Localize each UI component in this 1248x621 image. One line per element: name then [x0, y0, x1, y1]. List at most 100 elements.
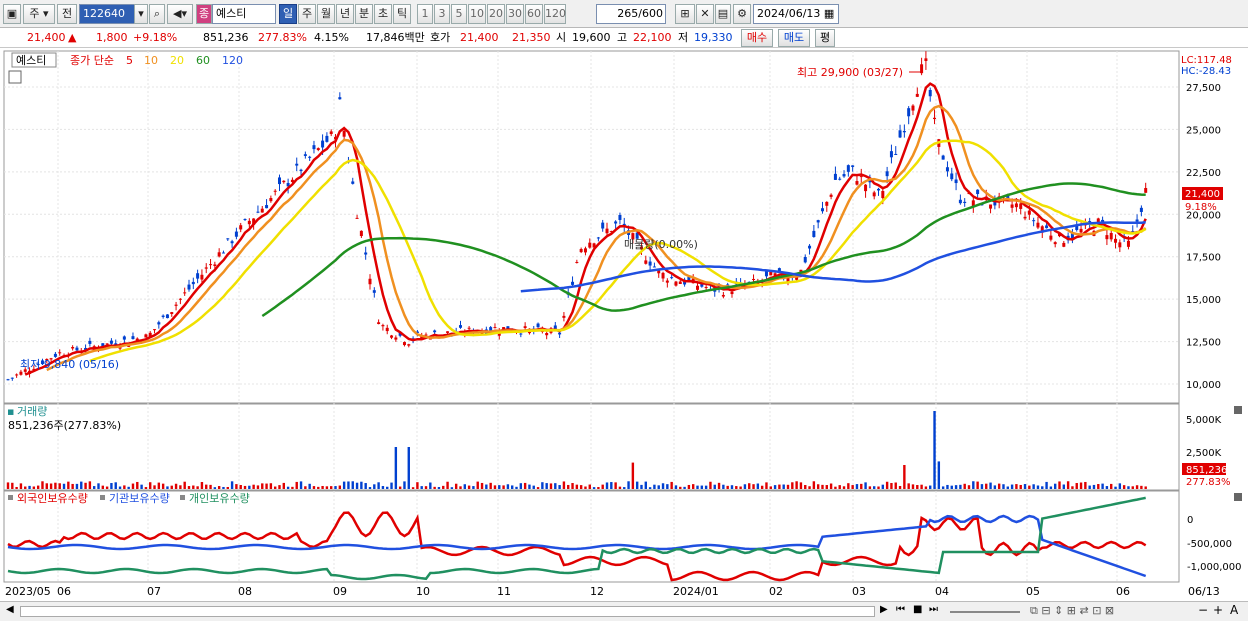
interval-20[interactable]: 20 [487, 4, 505, 24]
interval-5[interactable]: 5 [451, 4, 467, 24]
font-size-icon[interactable]: A [1230, 603, 1238, 617]
volume-bar [916, 485, 919, 489]
volume-bar [386, 486, 389, 489]
volume-bar [735, 486, 738, 489]
stop-icon[interactable]: ■ [913, 604, 922, 615]
candle [1144, 188, 1148, 193]
count-field[interactable]: 265/600 [596, 4, 666, 24]
volume-bar [713, 484, 716, 489]
window-icon[interactable]: ▣ [3, 4, 21, 24]
interval-3[interactable]: 3 [434, 4, 450, 24]
volume-bar [700, 485, 704, 489]
bid-label: 호가 [430, 31, 451, 44]
interval-60[interactable]: 60 [525, 4, 543, 24]
period-4[interactable]: 분 [355, 4, 373, 24]
volume-bar [131, 483, 135, 489]
volume-bar [506, 484, 510, 489]
candle [256, 211, 260, 213]
price-tick-2: 22,500 [1186, 168, 1221, 179]
interval-1[interactable]: 1 [417, 4, 433, 24]
volume-bar [196, 486, 199, 489]
buy-button[interactable]: 매수 [741, 29, 773, 47]
candle [665, 280, 669, 283]
forward-icon[interactable]: ⏭ [929, 604, 938, 615]
volume-close-icon[interactable] [1234, 406, 1242, 414]
calendar-icon[interactable]: ▦ [824, 7, 834, 20]
volume-bar [226, 486, 229, 489]
volume-bar [709, 481, 712, 489]
play-icon[interactable]: ▶ [880, 604, 888, 615]
volume-bar [1110, 483, 1113, 489]
calculator-icon[interactable] [8, 70, 22, 84]
period-2[interactable]: 월 [317, 4, 335, 24]
tools-icon[interactable]: ✕ [696, 4, 714, 24]
period-6[interactable]: 틱 [393, 4, 411, 24]
volume-bar [730, 485, 734, 489]
layout-icons[interactable]: ⧉ ⊟ ⇕ ⊞ ⇄ ⊡ ⊠ [1030, 604, 1114, 618]
period-5[interactable]: 초 [374, 4, 392, 24]
volume-bar [398, 486, 402, 489]
volume-bar [584, 486, 587, 489]
volume-bar [821, 484, 824, 489]
market-select[interactable]: 주 ▾ [23, 4, 55, 24]
sell-button[interactable]: 매도 [778, 29, 810, 47]
candle [674, 281, 678, 286]
eval-button[interactable]: 평 [815, 29, 835, 47]
date-field[interactable]: 2024/06/13 ▦ [753, 4, 839, 24]
speaker-icon[interactable]: ◀▾ [167, 4, 193, 24]
volume-bar [528, 484, 531, 489]
candle [1036, 222, 1040, 228]
interval-10[interactable]: 10 [468, 4, 486, 24]
scroll-track[interactable] [20, 606, 875, 617]
volume-bar [265, 483, 268, 489]
x-label-12: 05 [1026, 585, 1040, 598]
volume-bar [1036, 485, 1040, 489]
search-icon[interactable]: ⌕ [149, 4, 165, 24]
count-max: /600 [638, 7, 663, 20]
scroll-left-icon[interactable]: ◀ [6, 604, 14, 615]
volume-bar [967, 485, 971, 489]
stock-chart[interactable]: 예스티 종가 단순 5 10 20 60 120 LC:117.48 HC:-28.43… [0, 49, 1248, 602]
volume-bar [75, 483, 79, 489]
stock-name-field[interactable]: 예스티 [212, 4, 276, 24]
candle [381, 325, 385, 327]
prev-button[interactable]: 전 [57, 4, 77, 24]
svg-text:▪: ▪ [7, 405, 14, 418]
chart-type-icon[interactable]: ⊞ [675, 4, 695, 24]
volume-bar [286, 486, 290, 489]
volume-bar [140, 484, 143, 489]
volume-bar [88, 481, 92, 489]
volume-bar [950, 485, 953, 489]
volume-bar [174, 483, 178, 489]
candle [88, 340, 92, 344]
mid-annotation: 매물량(0.00%) [624, 238, 698, 251]
period-3[interactable]: 년 [336, 4, 354, 24]
zoom-in-icon[interactable]: + [1213, 603, 1223, 617]
candle [1049, 235, 1053, 240]
volume-bar [795, 481, 798, 489]
candle [898, 130, 902, 138]
volume-bar [110, 483, 113, 489]
volume-bar [1092, 484, 1096, 489]
volume-bar [200, 482, 204, 489]
candle [562, 315, 566, 318]
period-1[interactable]: 주 [298, 4, 316, 24]
holding-close-icon[interactable] [1234, 493, 1242, 501]
period-0[interactable]: 일 [279, 4, 297, 24]
rewind-icon[interactable]: ⏮ [896, 604, 905, 615]
save-icon[interactable]: ▤ [715, 4, 731, 24]
code-dropdown-icon[interactable]: ▾ [134, 4, 148, 24]
volume-bar [756, 483, 760, 489]
stock-code-input[interactable]: 122640 [79, 4, 139, 24]
volume-bar [670, 481, 673, 489]
candle [816, 220, 820, 223]
candle [519, 333, 523, 335]
interval-120[interactable]: 120 [544, 4, 566, 24]
bottom-scrollbar[interactable]: ◀ ▶ ⏮ ■ ⏭ ⧉ ⊟ ⇕ ⊞ ⇄ ⊡ ⊠ − + A [0, 601, 1248, 621]
candle [1062, 242, 1066, 247]
interval-30[interactable]: 30 [506, 4, 524, 24]
zoom-slider[interactable] [950, 611, 1020, 613]
gear-icon[interactable]: ⚙ [733, 4, 751, 24]
volume-bar [545, 483, 548, 489]
zoom-out-icon[interactable]: − [1198, 603, 1208, 617]
